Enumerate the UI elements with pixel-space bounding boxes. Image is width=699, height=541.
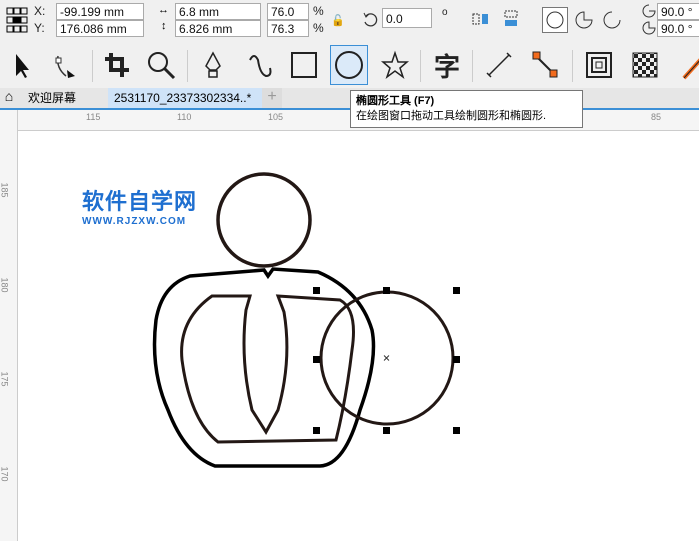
- pick-tool[interactable]: [0, 45, 38, 85]
- ellipse-icon: [546, 11, 564, 29]
- y-label: Y:: [34, 21, 45, 35]
- tab-label: 2531170_23373302334..*: [114, 91, 252, 105]
- curve-tool[interactable]: [240, 45, 278, 85]
- curve-icon: [249, 55, 272, 78]
- ruler-label: 180: [0, 277, 10, 293]
- dimension-tool[interactable]: [480, 45, 518, 85]
- selection-handle[interactable]: [453, 356, 460, 363]
- home-icon[interactable]: ⌂: [0, 88, 18, 108]
- selection-handle[interactable]: [453, 427, 460, 434]
- checker-icon: [632, 52, 658, 78]
- rectangle-tool[interactable]: [285, 45, 323, 85]
- x-label: X:: [34, 4, 46, 18]
- mirror-horizontal-icon[interactable]: [472, 10, 490, 28]
- height-input[interactable]: 6.826 mm: [175, 20, 261, 37]
- ruler-label: 170: [0, 466, 10, 482]
- ellipse-tool[interactable]: [330, 45, 368, 85]
- text-tool[interactable]: 字: [428, 45, 466, 85]
- percent-label: %: [313, 4, 324, 18]
- pencil-icon: [682, 58, 699, 80]
- ruler-label: 105: [268, 112, 284, 122]
- start-angle-icon: [642, 4, 656, 18]
- pen-tool[interactable]: [194, 45, 232, 85]
- width-icon: ↔: [158, 4, 169, 16]
- height-icon: ↕: [161, 20, 167, 32]
- scale-y-input[interactable]: 76.3: [267, 20, 309, 37]
- scale-x-input[interactable]: 76.0: [267, 3, 309, 20]
- vertical-ruler[interactable]: 185 180 175 170: [0, 110, 18, 541]
- ellipse-type-button[interactable]: [542, 7, 568, 33]
- polygon-tool[interactable]: [376, 45, 414, 85]
- pie-icon[interactable]: [572, 8, 596, 32]
- tooltip-title: 椭圆形工具 (F7): [356, 95, 435, 107]
- arrow-icon: [16, 54, 29, 78]
- shape-node-icon: [55, 55, 75, 78]
- connector-icon: [532, 51, 558, 78]
- ruler-label: 185: [0, 182, 10, 198]
- percent-label: %: [313, 21, 324, 35]
- tab-document[interactable]: 2531170_23373302334..*: [108, 88, 264, 108]
- end-angle-icon: [642, 21, 656, 35]
- ruler-label: 115: [86, 112, 101, 122]
- dimension-line-icon: [486, 52, 512, 78]
- toolbox: 字: [0, 44, 699, 88]
- width-input[interactable]: 6.8 mm: [175, 3, 261, 20]
- mirror-vertical-icon[interactable]: [502, 10, 520, 28]
- selection-handle[interactable]: [313, 427, 320, 434]
- start-angle-input[interactable]: 90.0 °: [657, 3, 699, 20]
- lock-ratio-icon[interactable]: 🔓: [331, 14, 345, 27]
- rotate-icon: [363, 12, 378, 27]
- zoom-tool[interactable]: [142, 45, 180, 85]
- crop-tool[interactable]: [98, 45, 136, 85]
- transparency-tool[interactable]: [626, 45, 664, 85]
- selection-handle[interactable]: [313, 356, 320, 363]
- y-position-input[interactable]: 176.086 mm: [56, 20, 144, 37]
- end-angle-input[interactable]: 90.0 °: [657, 20, 699, 37]
- magnifier-icon: [148, 52, 176, 80]
- watermark-logo: 软件自学网 WWW.RJZXW.COM: [82, 184, 197, 227]
- object-origin-icon[interactable]: [5, 6, 29, 34]
- text-char-icon: 字: [433, 51, 460, 82]
- eyedropper-tool[interactable]: [672, 45, 699, 85]
- ruler-label: 110: [177, 112, 192, 122]
- ruler-label: 175: [0, 371, 10, 387]
- x-position-input[interactable]: -99.199 mm: [56, 3, 144, 20]
- tooltip-body: 在绘图窗口拖动工具绘制圆形和椭圆形.: [356, 110, 547, 122]
- selection-handle[interactable]: [383, 287, 390, 294]
- add-tab-button[interactable]: +: [262, 88, 282, 108]
- rectangle-icon: [291, 52, 317, 78]
- selection-handle[interactable]: [313, 287, 320, 294]
- degree-label: o: [442, 7, 448, 18]
- crop-icon: [105, 53, 129, 77]
- tooltip: 椭圆形工具 (F7) 在绘图窗口拖动工具绘制圆形和椭圆形.: [350, 90, 583, 128]
- connector-tool[interactable]: [526, 45, 564, 85]
- pen-nib-icon: [205, 51, 221, 78]
- star-icon: [380, 50, 410, 80]
- rotation-input[interactable]: 0.0: [382, 8, 432, 28]
- ruler-label: 85: [651, 112, 662, 122]
- contour-icon: [586, 52, 612, 78]
- shape-tool[interactable]: [46, 45, 84, 85]
- watermark-title: 软件自学网: [82, 189, 198, 214]
- ellipse-icon: [335, 51, 363, 79]
- property-bar: X: -99.199 mm Y: 176.086 mm ↔ 6.8 mm ↕ 6…: [0, 0, 699, 45]
- selection-handle[interactable]: [453, 287, 460, 294]
- arc-icon[interactable]: [600, 8, 624, 32]
- tab-welcome[interactable]: 欢迎屏幕: [22, 88, 108, 108]
- selection-handle[interactable]: [383, 427, 390, 434]
- watermark-url: WWW.RJZXW.COM: [82, 216, 187, 227]
- tab-label: 欢迎屏幕: [28, 91, 77, 105]
- contour-tool[interactable]: [580, 45, 618, 85]
